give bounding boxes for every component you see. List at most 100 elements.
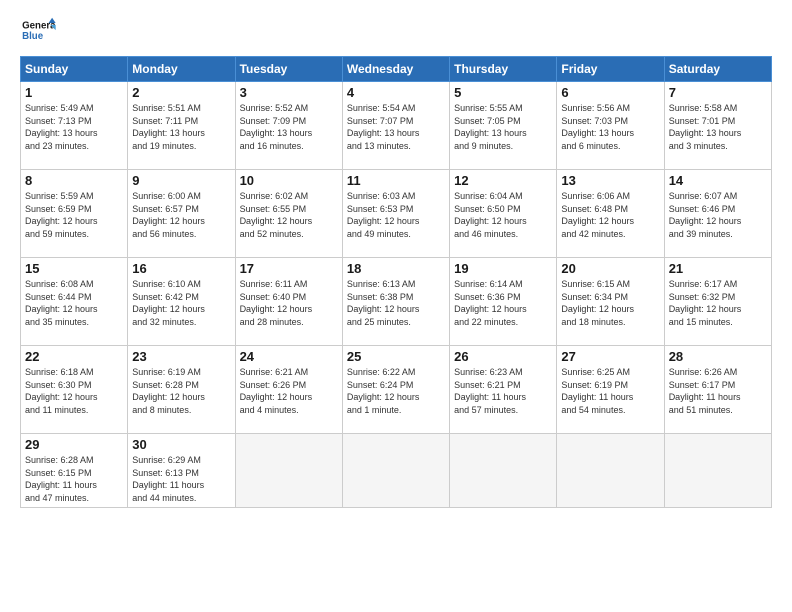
day-number: 22 [25,349,123,364]
calendar-cell: 4Sunrise: 5:54 AM Sunset: 7:07 PM Daylig… [342,82,449,170]
weekday-header-row: SundayMondayTuesdayWednesdayThursdayFrid… [21,57,772,82]
calendar-cell: 24 Sunrise: 6:21 AM Sunset: 6:26 PM Dayli… [235,346,342,434]
day-number: 11 [347,173,445,188]
calendar-cell: 1 Sunrise: 5:49 AM Sunset: 7:13 PM Daylig… [21,82,128,170]
weekday-saturday: Saturday [664,57,771,82]
calendar-cell: 26 Sunrise: 6:23 AM Sunset: 6:21 PM Dayli… [450,346,557,434]
day-number: 3 [240,85,338,100]
day-number: 19 [454,261,552,276]
calendar-cell: 2Sunrise: 5:51 AM Sunset: 7:11 PM Daylig… [128,82,235,170]
week-row-4: 22 Sunrise: 6:18 AM Sunset: 6:30 PM Dayli… [21,346,772,434]
day-number: 29 [25,437,123,452]
calendar-cell [342,434,449,508]
day-info: Sunrise: 5:56 AM Sunset: 7:03 PM Dayligh… [561,102,659,152]
day-info: Sunrise: 6:26 AM Sunset: 6:17 PM Dayligh… [669,366,767,416]
day-number: 9 [132,173,230,188]
day-number: 13 [561,173,659,188]
day-info: Sunrise: 6:19 AM Sunset: 6:28 PM Dayligh… [132,366,230,416]
weekday-sunday: Sunday [21,57,128,82]
calendar-cell: 13 Sunrise: 6:06 AM Sunset: 6:48 PM Dayli… [557,170,664,258]
day-number: 7 [669,85,767,100]
day-info: Sunrise: 6:06 AM Sunset: 6:48 PM Dayligh… [561,190,659,240]
day-number: 21 [669,261,767,276]
calendar-cell [557,434,664,508]
calendar-cell: 29Sunrise: 6:28 AM Sunset: 6:15 PM Dayli… [21,434,128,508]
day-number: 15 [25,261,123,276]
calendar-cell: 15 Sunrise: 6:08 AM Sunset: 6:44 PM Dayli… [21,258,128,346]
day-number: 1 [25,85,123,100]
day-number: 24 [240,349,338,364]
calendar-cell: 18Sunrise: 6:13 AM Sunset: 6:38 PM Dayli… [342,258,449,346]
calendar-cell: 9 Sunrise: 6:00 AM Sunset: 6:57 PM Daylig… [128,170,235,258]
calendar-cell: 7 Sunrise: 5:58 AM Sunset: 7:01 PM Daylig… [664,82,771,170]
week-row-2: 8 Sunrise: 5:59 AM Sunset: 6:59 PM Daylig… [21,170,772,258]
calendar-cell: 8 Sunrise: 5:59 AM Sunset: 6:59 PM Daylig… [21,170,128,258]
calendar-cell [235,434,342,508]
day-number: 5 [454,85,552,100]
calendar-cell: 22 Sunrise: 6:18 AM Sunset: 6:30 PM Dayli… [21,346,128,434]
logo-icon: General Blue [20,16,56,46]
calendar-cell: 23 Sunrise: 6:19 AM Sunset: 6:28 PM Dayli… [128,346,235,434]
calendar-cell: 16 Sunrise: 6:10 AM Sunset: 6:42 PM Dayli… [128,258,235,346]
day-number: 25 [347,349,445,364]
calendar-cell: 27Sunrise: 6:25 AM Sunset: 6:19 PM Dayli… [557,346,664,434]
day-info: Sunrise: 6:21 AM Sunset: 6:26 PM Dayligh… [240,366,338,416]
day-info: Sunrise: 5:49 AM Sunset: 7:13 PM Dayligh… [25,102,123,152]
day-number: 20 [561,261,659,276]
day-info: Sunrise: 5:58 AM Sunset: 7:01 PM Dayligh… [669,102,767,152]
day-info: Sunrise: 6:29 AM Sunset: 6:13 PM Dayligh… [132,454,230,504]
day-number: 28 [669,349,767,364]
weekday-thursday: Thursday [450,57,557,82]
day-number: 10 [240,173,338,188]
day-info: Sunrise: 6:08 AM Sunset: 6:44 PM Dayligh… [25,278,123,328]
day-info: Sunrise: 6:15 AM Sunset: 6:34 PM Dayligh… [561,278,659,328]
day-info: Sunrise: 6:02 AM Sunset: 6:55 PM Dayligh… [240,190,338,240]
calendar-cell [450,434,557,508]
calendar-cell: 10 Sunrise: 6:02 AM Sunset: 6:55 PM Dayli… [235,170,342,258]
day-info: Sunrise: 5:54 AM Sunset: 7:07 PM Dayligh… [347,102,445,152]
day-number: 17 [240,261,338,276]
day-number: 6 [561,85,659,100]
day-info: Sunrise: 6:18 AM Sunset: 6:30 PM Dayligh… [25,366,123,416]
day-info: Sunrise: 6:10 AM Sunset: 6:42 PM Dayligh… [132,278,230,328]
calendar-cell: 25Sunrise: 6:22 AM Sunset: 6:24 PM Dayli… [342,346,449,434]
week-row-3: 15 Sunrise: 6:08 AM Sunset: 6:44 PM Dayli… [21,258,772,346]
day-number: 8 [25,173,123,188]
day-number: 30 [132,437,230,452]
week-row-1: 1 Sunrise: 5:49 AM Sunset: 7:13 PM Daylig… [21,82,772,170]
calendar-cell: 5Sunrise: 5:55 AM Sunset: 7:05 PM Daylig… [450,82,557,170]
weekday-monday: Monday [128,57,235,82]
day-number: 16 [132,261,230,276]
svg-text:Blue: Blue [22,31,44,42]
day-info: Sunrise: 6:23 AM Sunset: 6:21 PM Dayligh… [454,366,552,416]
calendar-cell: 30 Sunrise: 6:29 AM Sunset: 6:13 PM Dayli… [128,434,235,508]
header: General Blue [20,16,772,46]
day-info: Sunrise: 6:03 AM Sunset: 6:53 PM Dayligh… [347,190,445,240]
day-info: Sunrise: 5:59 AM Sunset: 6:59 PM Dayligh… [25,190,123,240]
weekday-tuesday: Tuesday [235,57,342,82]
day-number: 26 [454,349,552,364]
calendar-cell: 12 Sunrise: 6:04 AM Sunset: 6:50 PM Dayli… [450,170,557,258]
day-info: Sunrise: 6:11 AM Sunset: 6:40 PM Dayligh… [240,278,338,328]
weekday-wednesday: Wednesday [342,57,449,82]
calendar-cell: 14 Sunrise: 6:07 AM Sunset: 6:46 PM Dayli… [664,170,771,258]
calendar-cell: 6 Sunrise: 5:56 AM Sunset: 7:03 PM Daylig… [557,82,664,170]
day-info: Sunrise: 6:00 AM Sunset: 6:57 PM Dayligh… [132,190,230,240]
calendar-cell: 19Sunrise: 6:14 AM Sunset: 6:36 PM Dayli… [450,258,557,346]
calendar-cell: 20 Sunrise: 6:15 AM Sunset: 6:34 PM Dayli… [557,258,664,346]
day-info: Sunrise: 5:51 AM Sunset: 7:11 PM Dayligh… [132,102,230,152]
day-info: Sunrise: 5:52 AM Sunset: 7:09 PM Dayligh… [240,102,338,152]
logo: General Blue [20,16,56,46]
day-info: Sunrise: 6:07 AM Sunset: 6:46 PM Dayligh… [669,190,767,240]
day-info: Sunrise: 6:04 AM Sunset: 6:50 PM Dayligh… [454,190,552,240]
day-number: 14 [669,173,767,188]
day-number: 12 [454,173,552,188]
calendar-cell: 17 Sunrise: 6:11 AM Sunset: 6:40 PM Dayli… [235,258,342,346]
day-number: 18 [347,261,445,276]
day-number: 23 [132,349,230,364]
weekday-friday: Friday [557,57,664,82]
calendar-cell: 3 Sunrise: 5:52 AM Sunset: 7:09 PM Daylig… [235,82,342,170]
day-info: Sunrise: 6:25 AM Sunset: 6:19 PM Dayligh… [561,366,659,416]
calendar-cell: 28 Sunrise: 6:26 AM Sunset: 6:17 PM Dayli… [664,346,771,434]
calendar-cell [664,434,771,508]
